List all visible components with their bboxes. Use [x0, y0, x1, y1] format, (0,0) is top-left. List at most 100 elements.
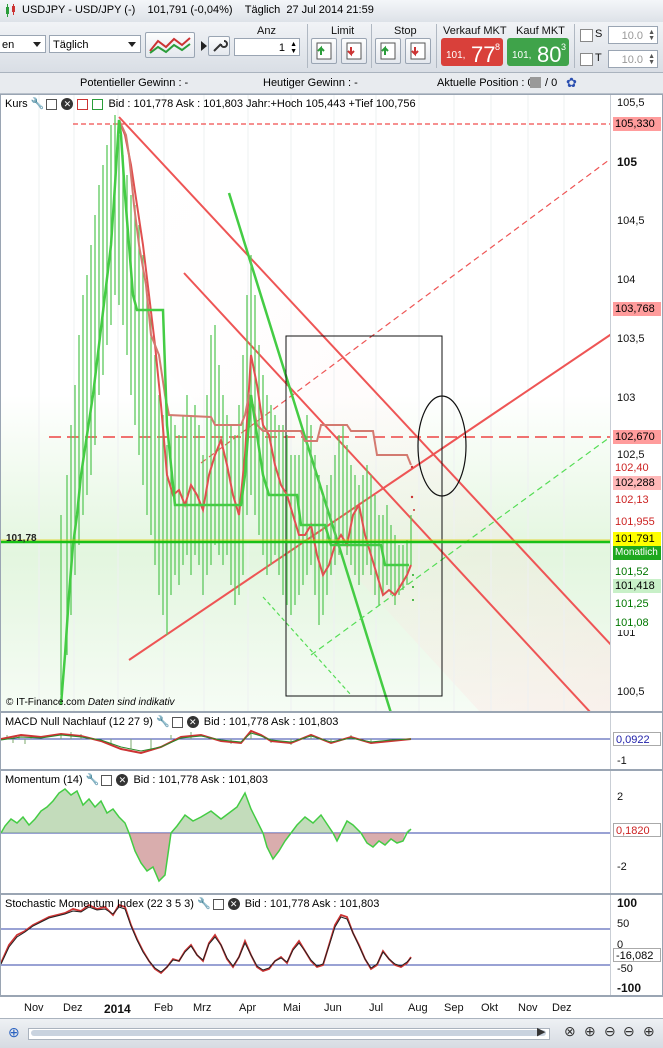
wrench-button[interactable] — [208, 36, 230, 56]
price-tag: 102,288 — [613, 476, 661, 490]
stochastic-chart[interactable] — [1, 895, 613, 996]
close-icon[interactable]: ✕ — [227, 898, 240, 911]
zoom-out-icon[interactable]: ⊗ — [564, 1023, 576, 1040]
wrench-icon[interactable]: 🔧 — [197, 898, 211, 910]
chart-type-button[interactable] — [145, 32, 195, 58]
zoom-reset-icon[interactable]: ⊖ — [604, 1023, 616, 1040]
arrow-down-icon[interactable] — [77, 98, 89, 110]
divider — [371, 24, 372, 68]
momentum-panel: Momentum (14) 🔧 ✕ Bid : 101,778 Ask : 101… — [0, 770, 663, 894]
panel-title: Kurs — [5, 98, 28, 110]
close-position-icon[interactable] — [530, 77, 541, 88]
momentum-axis[interactable]: 2 0 0,1820 -2 — [610, 771, 662, 893]
price-tag: 101,791 — [613, 532, 661, 546]
stochastic-axis[interactable]: 100 50 0 -16,082 -50 -100 — [610, 895, 662, 995]
quantity-stepper[interactable]: 1 ▲ ▼ — [234, 38, 300, 56]
wrench-icon — [213, 40, 228, 52]
close-icon[interactable]: ✕ — [186, 716, 199, 729]
t-checkbox[interactable] — [580, 53, 593, 66]
limit-sell-button[interactable] — [341, 38, 367, 64]
title-bar: USDJPY - USD/JPY (-) 101,791 (-0,04%) Tä… — [0, 0, 663, 23]
zoom-in-icon[interactable]: ⊕ — [8, 1024, 20, 1041]
close-icon[interactable]: ✕ — [61, 98, 74, 111]
order-down-icon — [410, 42, 426, 60]
bottom-bar: ⊕ ▶ ⊗ ⊕ ⊖ ⊖ ⊕ — [0, 1018, 663, 1048]
bid-ask-info: Bid : 101,778 Ask : 101,803 — [133, 774, 269, 786]
panel-title: Stochastic Momentum Index (22 3 5 3) — [5, 898, 194, 910]
t-input[interactable]: 10.0 ▲ ▼ — [608, 50, 658, 68]
price-chart-panel: Kurs 🔧 ✕ Bid : 101,778 Ask : 101,803 Jahr… — [0, 94, 663, 712]
stepper-icon[interactable]: ▲ ▼ — [648, 29, 655, 42]
price-tag: 102,670 — [613, 430, 661, 444]
s-input[interactable]: 10.0 ▲ ▼ — [608, 26, 658, 44]
price-tag: 102,40 — [613, 461, 661, 475]
macd-value-tag: 0,0922 — [613, 732, 661, 746]
t-label: T — [595, 52, 602, 64]
price-tag: 105,330 — [613, 117, 661, 131]
stochastic-panel: Stochastic Momentum Index (22 3 5 3) 🔧 ✕ … — [0, 894, 663, 996]
potential-profit: Potentieller Gewinn : - — [80, 77, 189, 89]
buy-market-button[interactable]: 101, 80 3 — [507, 38, 569, 67]
sell-market-button[interactable]: 101, 77 8 — [441, 38, 503, 67]
period-select[interactable]: Täglich — [49, 35, 141, 53]
bid-ask-info: Bid : 101,778 Ask : 101,803 Jahr:+Hoch 1… — [108, 98, 416, 110]
divider — [307, 24, 308, 68]
scrollbar-thumb[interactable] — [31, 1030, 546, 1036]
momentum-chart[interactable] — [1, 771, 613, 894]
window-icon[interactable] — [171, 716, 183, 728]
limit-buy-button[interactable] — [311, 38, 337, 64]
price-tag: 101,955 — [613, 515, 661, 529]
chevron-down-icon — [33, 42, 41, 47]
divider — [436, 24, 437, 68]
time-axis[interactable]: Nov Dez 2014 Feb Mrz Apr Mai Jun Jul Aug… — [0, 996, 663, 1019]
zoom-in-icon[interactable]: ⊕ — [643, 1023, 655, 1040]
window-icon[interactable] — [212, 898, 224, 910]
price-tag: 101,52 — [613, 565, 661, 579]
wrench-icon[interactable]: 🔧 — [86, 774, 100, 786]
arrow-up-icon[interactable] — [92, 98, 104, 110]
bid-ask-info: Bid : 101,778 Ask : 101,803 — [203, 716, 339, 728]
play-icon[interactable] — [201, 41, 207, 51]
s-checkbox[interactable] — [580, 29, 593, 42]
anz-label: Anz — [257, 25, 276, 37]
timeline-scrollbar[interactable] — [28, 1028, 550, 1040]
current-position: Aktuelle Position : 0 — [437, 77, 534, 89]
window-icon[interactable] — [101, 774, 113, 786]
price-axis[interactable]: 105,5 105 104,5 104 103,5 103 102,5 101 … — [610, 95, 662, 711]
price-tag: 102,13 — [613, 493, 661, 507]
zoom-out-icon[interactable]: ⊖ — [623, 1023, 635, 1040]
bid-ask-info: Bid : 101,778 Ask : 101,803 — [244, 898, 380, 910]
price-chart-canvas[interactable] — [1, 95, 613, 712]
price-chart-header: Kurs 🔧 ✕ Bid : 101,778 Ask : 101,803 Jahr… — [5, 97, 416, 111]
limit-label: Limit — [331, 25, 355, 37]
stepper-down-icon[interactable]: ▼ — [290, 48, 297, 55]
panel-title: Momentum (14) — [5, 774, 83, 786]
stepper-icon[interactable]: ▲ ▼ — [648, 53, 655, 66]
wrench-icon[interactable]: 🔧 — [156, 716, 170, 728]
close-icon[interactable]: ✕ — [116, 774, 129, 787]
macd-axis[interactable]: 0,0922 -1 — [610, 713, 662, 769]
watermark: © IT-Finance.com Daten sind indikativ — [6, 697, 175, 708]
gear-icon[interactable]: ✿ — [566, 75, 577, 91]
position-info-bar: Potentieller Gewinn : - Heutiger Gewinn … — [0, 73, 663, 94]
macd-panel: MACD Null Nachlauf (12 27 9) 🔧 ✕ Bid : 10… — [0, 712, 663, 770]
price-tag: Monatlich — [613, 546, 661, 560]
scroll-right-icon[interactable]: ▶ — [537, 1025, 545, 1038]
macd-header: MACD Null Nachlauf (12 27 9) 🔧 ✕ Bid : 10… — [5, 715, 339, 729]
instrument-select[interactable]: en — [0, 35, 46, 53]
window-icon[interactable] — [46, 98, 58, 110]
zoom-fit-icon[interactable]: ⊕ — [584, 1023, 596, 1040]
divider — [574, 24, 575, 68]
stop-buy-button[interactable] — [375, 38, 401, 64]
price-tag: 103,768 — [613, 302, 661, 316]
stochastic-value-tag: -16,082 — [613, 948, 661, 962]
stop-sell-button[interactable] — [405, 38, 431, 64]
order-up-icon — [380, 42, 396, 60]
sell-label: Verkauf MKT — [443, 25, 507, 37]
order-up-icon — [316, 42, 332, 60]
wrench-icon[interactable]: 🔧 — [31, 98, 45, 110]
candlestick-icon — [6, 4, 15, 17]
stepper-up-icon[interactable]: ▲ — [290, 41, 297, 48]
panel-title: MACD Null Nachlauf (12 27 9) — [5, 716, 153, 728]
price-tag: 101,25 — [613, 597, 661, 611]
